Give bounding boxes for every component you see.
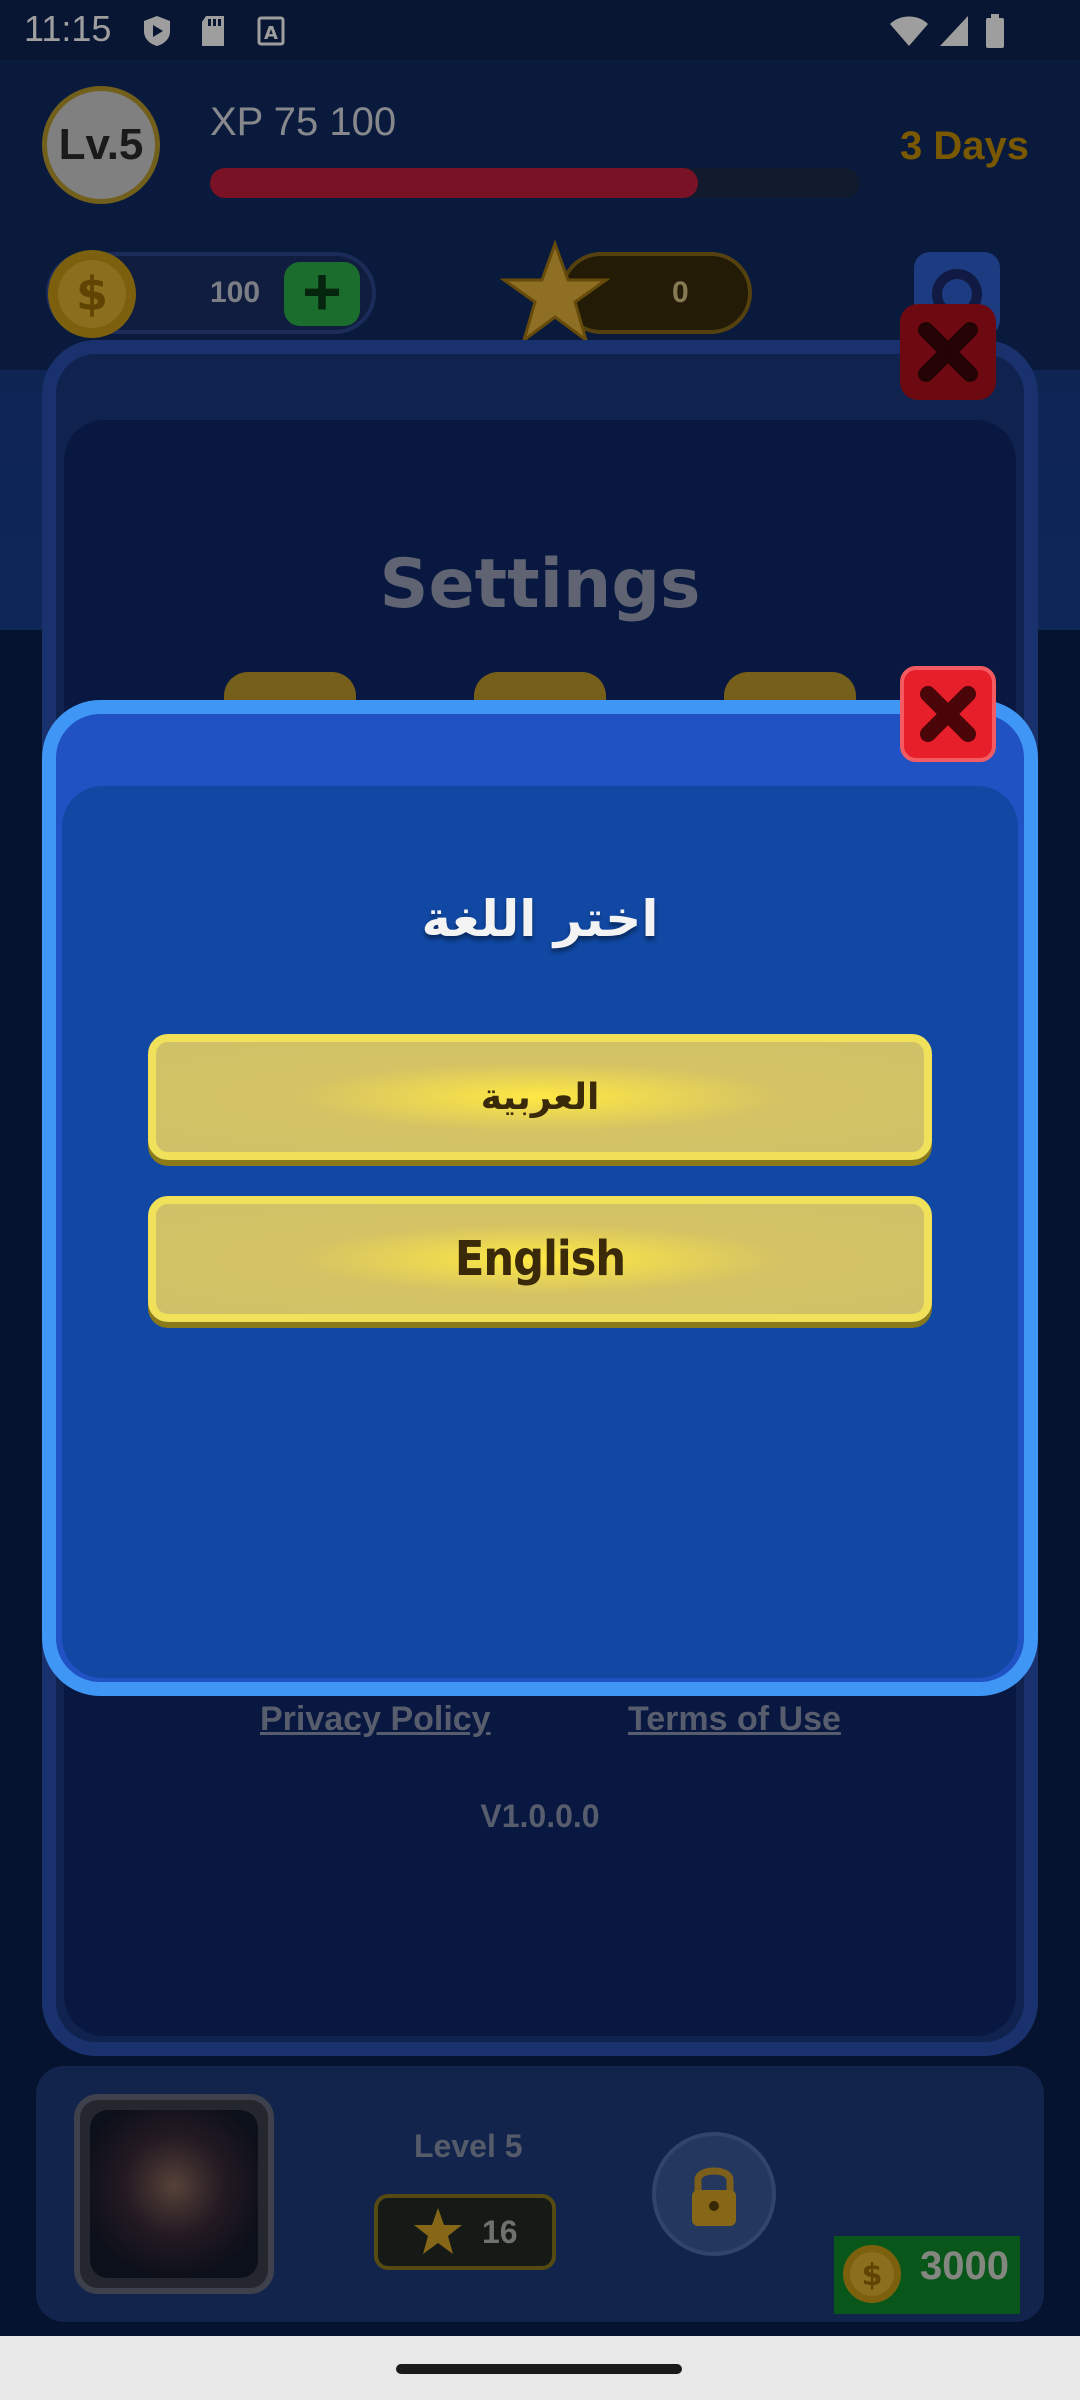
- language-dialog-title: اختر اللغة: [421, 890, 659, 948]
- close-icon: [920, 686, 976, 742]
- language-option-english[interactable]: English: [148, 1196, 932, 1322]
- dialog-close-button[interactable]: [900, 666, 996, 762]
- language-option-arabic[interactable]: العربية: [148, 1034, 932, 1160]
- home-gesture-handle[interactable]: [396, 2364, 682, 2374]
